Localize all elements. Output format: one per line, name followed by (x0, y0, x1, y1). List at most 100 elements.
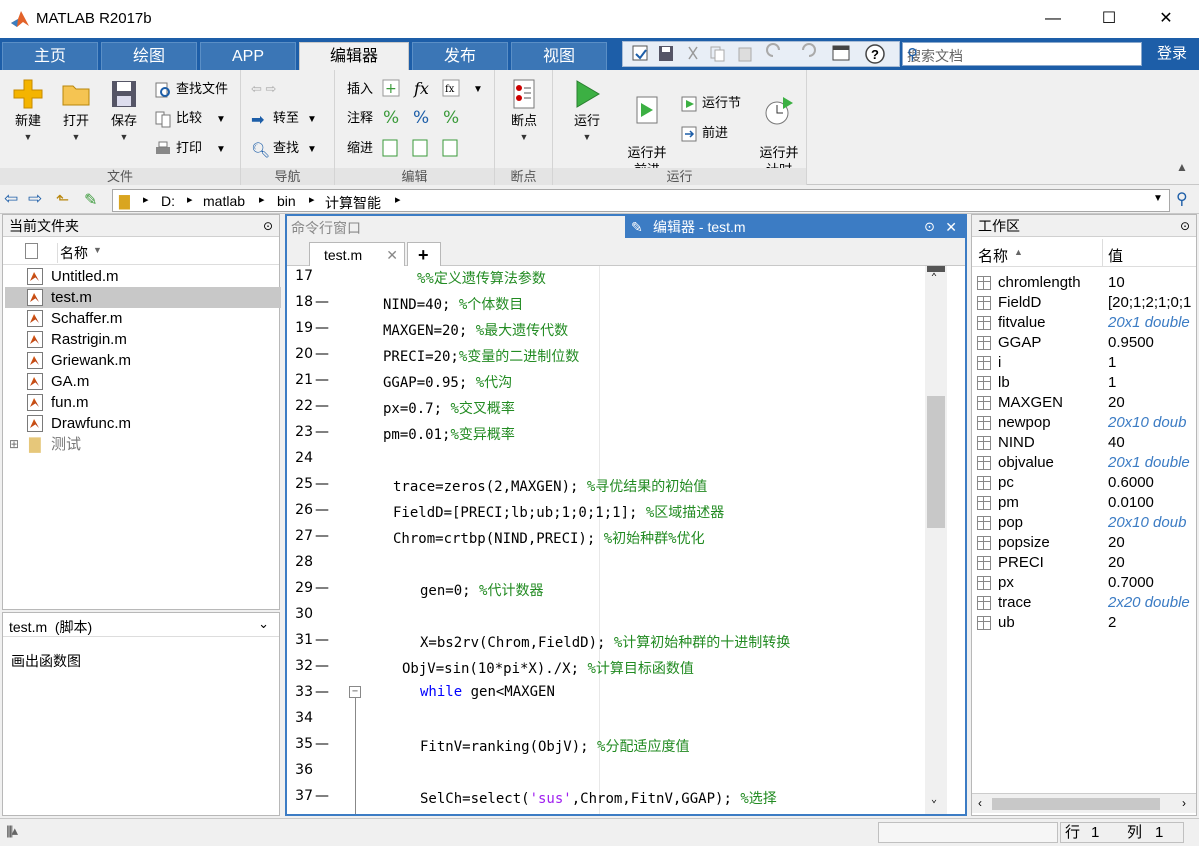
tab-apps[interactable]: APP (200, 42, 296, 70)
run-and-advance-button[interactable]: 运行并 前进 (621, 78, 673, 178)
code-line[interactable]: 18— NIND=40; %个体数目 (287, 294, 917, 320)
line-number[interactable]: 19 (287, 320, 313, 336)
chevron-down-icon[interactable]: ⌄ (258, 616, 269, 632)
line-number[interactable]: 36 (287, 762, 313, 778)
search-folder-icon[interactable]: ⚲ (1176, 189, 1188, 209)
file-tab-test[interactable]: test.m ✕ (309, 242, 405, 266)
breakpoint-marker[interactable]: — (315, 372, 329, 388)
file-row[interactable]: Rastrigin.m (5, 329, 281, 350)
workspace-variable-row[interactable]: popsize 20 (974, 533, 1196, 553)
file-row[interactable]: Schaffer.m (5, 308, 281, 329)
run-and-time-button[interactable]: 运行并 计时 (753, 78, 805, 178)
new-tab-button[interactable]: + (407, 242, 441, 266)
status-grip-icon[interactable]: ||||▴ (6, 823, 18, 839)
code-area[interactable]: 17 %%定义遗传算法参数 18— NIND=40; %个体数目 19— MAXGEN=2… (287, 266, 949, 814)
breakpoint-marker[interactable]: — (315, 736, 329, 752)
breakpoint-marker[interactable]: — (315, 502, 329, 518)
line-number[interactable]: 29 (287, 580, 313, 596)
chevron-down-icon[interactable]: ▼ (56, 132, 96, 142)
code-line[interactable]: 17 %%定义遗传算法参数 (287, 268, 917, 294)
breakpoint-marker[interactable]: — (315, 398, 329, 414)
panel-menu-icon[interactable]: ⊙ (1180, 215, 1190, 237)
code-line[interactable]: 31— X=bs2rv(Chrom,FieldD); %计算初始种群的十进制转换 (287, 632, 917, 658)
line-number[interactable]: 37 (287, 788, 313, 804)
code-line[interactable]: 22— px=0.7; %交叉概率 (287, 398, 917, 424)
advance-button[interactable]: 前进 (680, 122, 728, 144)
forward-arrow-icon[interactable]: ⇨ (28, 189, 42, 209)
workspace-variable-row[interactable]: ub 2 (974, 613, 1196, 633)
line-number[interactable]: 22 (287, 398, 313, 414)
breakpoint-marker[interactable]: — (315, 476, 329, 492)
find-files-button[interactable]: 查找文件 (154, 78, 228, 100)
new-button[interactable]: 新建 ▼ (8, 78, 48, 142)
line-number[interactable]: 28 (287, 554, 313, 570)
scroll-right-icon[interactable]: › (1182, 796, 1186, 810)
breakpoint-marker[interactable]: — (315, 658, 329, 674)
workspace-variable-row[interactable]: chromlength 10 (974, 273, 1196, 293)
print-button[interactable]: 打印 ▼ (154, 137, 226, 159)
name-column-header[interactable]: 名称 (978, 245, 1008, 266)
chevron-down-icon[interactable]: ▼ (307, 114, 317, 125)
path-part-bin[interactable]: bin (277, 193, 296, 209)
workspace-variable-row[interactable]: i1 (974, 353, 1196, 373)
close-window-button[interactable]: ✕ (1143, 0, 1189, 38)
chevron-down-icon[interactable]: ▼ (8, 132, 48, 142)
breakpoint-marker[interactable]: — (315, 320, 329, 336)
code-line[interactable]: 32— ObjV=sin(10*pi*X)./X; %计算目标函数值 (287, 658, 917, 684)
back-arrow-icon[interactable]: ⇦ (4, 189, 18, 209)
breakpoint-marker[interactable]: — (315, 346, 329, 362)
line-number[interactable]: 31 (287, 632, 313, 648)
search-icon[interactable]: ⚲ (907, 45, 1137, 63)
file-row[interactable]: Griewank.m (5, 350, 281, 371)
goto-button[interactable]: ➡ 转至 ▼ (251, 107, 317, 129)
expand-icon[interactable]: ⊞ (9, 434, 19, 455)
line-number[interactable]: 33 (287, 684, 313, 700)
file-row-selected[interactable]: test.m (5, 287, 281, 308)
code-line[interactable]: 30 (287, 606, 917, 632)
breakpoint-marker[interactable]: — (315, 580, 329, 596)
code-line[interactable]: 26— FieldD=[PRECI;lb;ub;1;0;1;1]; %区域描述器 (287, 502, 917, 528)
compare-button[interactable]: 比较 ▼ (154, 107, 226, 129)
panel-menu-icon[interactable]: ⊙ (924, 216, 935, 238)
chevron-down-icon[interactable]: ▼ (216, 114, 226, 125)
breakpoint-marker[interactable]: — (315, 424, 329, 440)
tab-view[interactable]: 视图 (511, 42, 607, 70)
minimize-button[interactable]: — (1030, 0, 1076, 38)
workspace-variable-row[interactable]: FieldD [20;1;2;1;0;1 (974, 293, 1196, 313)
line-number[interactable]: 21 (287, 372, 313, 388)
path-field[interactable]: ▇ ▸ D: ▸ matlab ▸ bin ▸ 计算智能 ▸ ▼ (112, 189, 1170, 212)
breakpoints-button[interactable]: 断点 ▼ (504, 78, 544, 142)
line-number[interactable]: 34 (287, 710, 313, 726)
workspace-variable-row[interactable]: newpop 20x10 doub (974, 413, 1196, 433)
browse-folder-icon[interactable]: ✎ (84, 190, 97, 210)
maximize-button[interactable]: ☐ (1086, 0, 1132, 38)
breakpoint-marker[interactable]: — (315, 788, 329, 804)
run-button[interactable]: 运行 ▼ (567, 78, 607, 142)
quick-access-icons[interactable]: ? (623, 42, 899, 66)
workspace-variable-row[interactable]: GGAP 0.9500 (974, 333, 1196, 353)
code-line[interactable]: 36 (287, 762, 917, 788)
workspace-variable-row[interactable]: px 0.7000 (974, 573, 1196, 593)
scrollbar-thumb[interactable] (992, 798, 1160, 810)
line-number[interactable]: 23 (287, 424, 313, 440)
chevron-down-icon[interactable]: ▼ (104, 132, 144, 142)
code-line[interactable]: 34 (287, 710, 917, 736)
line-number[interactable]: 17 (287, 268, 313, 284)
editor-scrollbar[interactable]: ⌃ ⌄ (925, 266, 947, 814)
code-line[interactable]: 19— MAXGEN=20; %最大遗传代数 (287, 320, 917, 346)
file-row[interactable]: GA.m (5, 371, 281, 392)
code-line[interactable]: 24 (287, 450, 917, 476)
value-column-header[interactable]: 值 (1108, 245, 1123, 266)
line-number[interactable]: 30 (287, 606, 313, 622)
code-line[interactable]: 23— pm=0.01;%变异概率 (287, 424, 917, 450)
panel-menu-icon[interactable]: ⊙ (263, 215, 273, 237)
scroll-left-icon[interactable]: ‹ (978, 796, 982, 810)
details-header[interactable]: test.m (脚本) ⌄ (3, 613, 279, 637)
back-forward-buttons[interactable]: ⇦ ⇨ (251, 78, 276, 100)
save-button[interactable]: 保存 ▼ (104, 78, 144, 142)
file-row[interactable]: fun.m (5, 392, 281, 413)
close-tab-icon[interactable]: ✕ (386, 243, 398, 267)
workspace-variable-row[interactable]: MAXGEN 20 (974, 393, 1196, 413)
code-line[interactable]: 29— gen=0; %代计数器 (287, 580, 917, 606)
path-part-matlab[interactable]: matlab (203, 193, 245, 209)
